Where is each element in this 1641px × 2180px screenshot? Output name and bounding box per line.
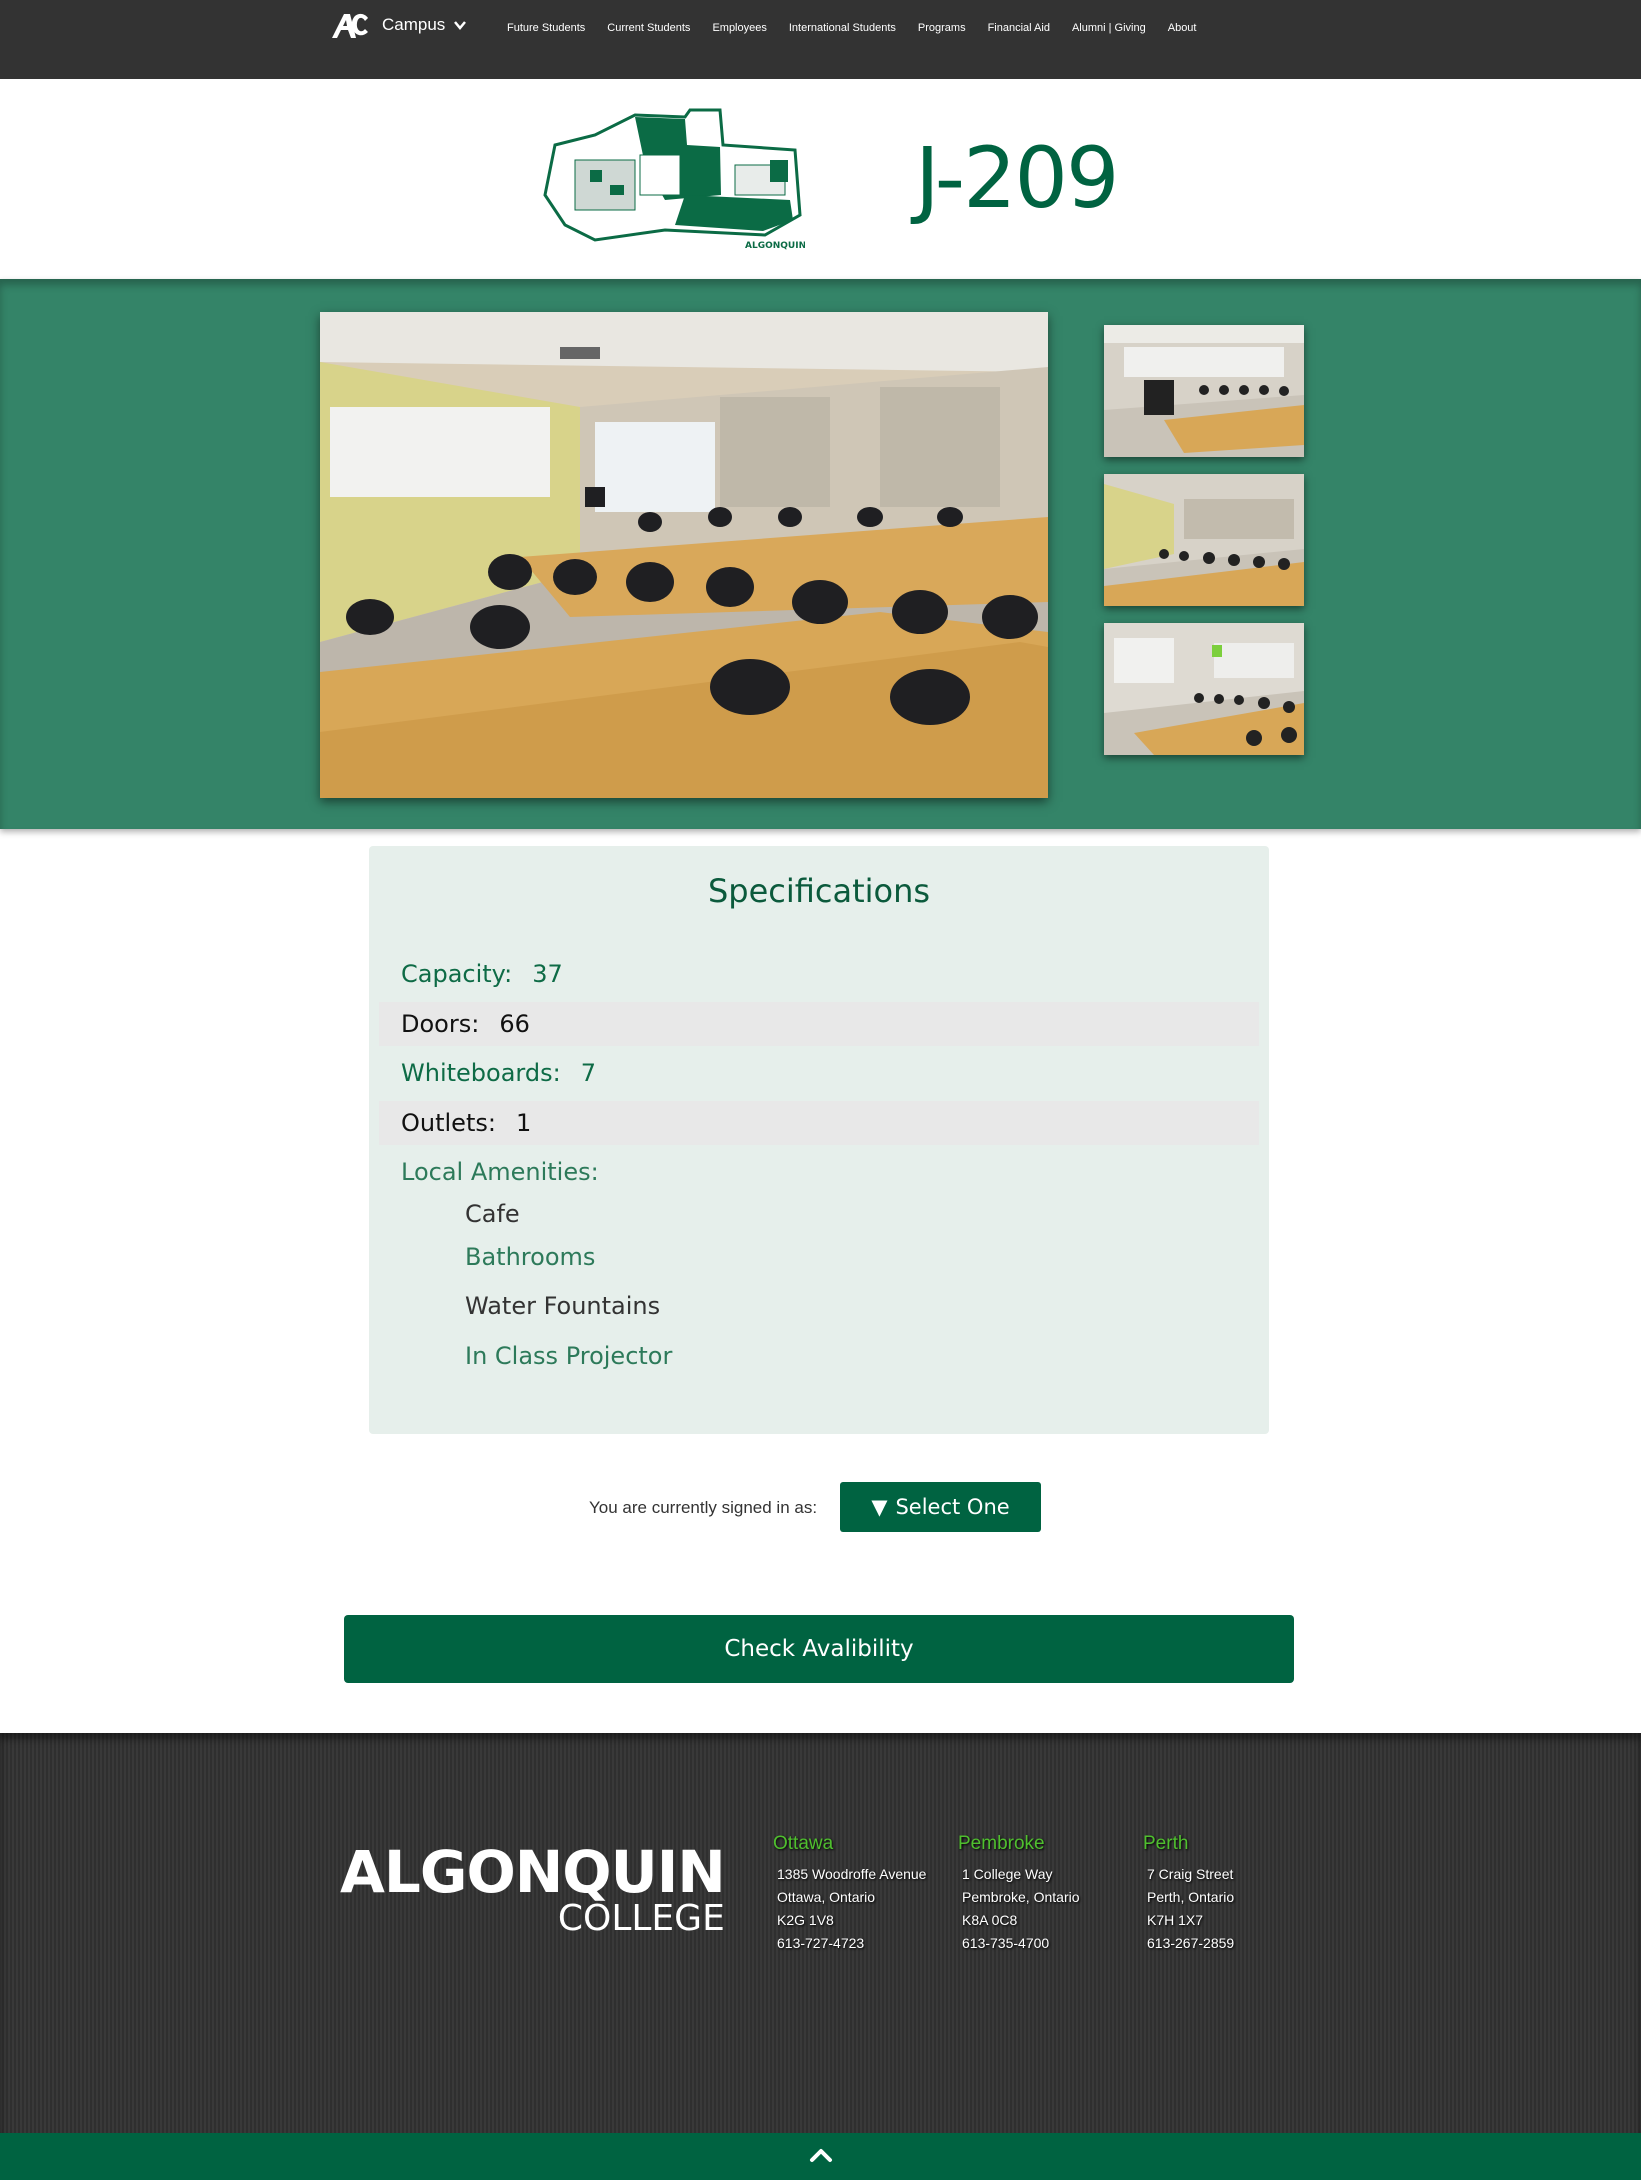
spec-row-doors: Doors: 66	[379, 1002, 1259, 1046]
location-city: Ottawa	[773, 1833, 834, 1854]
location-phone[interactable]: 613-735-4700	[958, 1932, 1080, 1955]
footer-logo-line2: COLLEGE	[557, 1898, 725, 1939]
spec-row-outlets: Outlets: 1	[379, 1101, 1259, 1145]
ac-logo-icon[interactable]	[330, 10, 370, 40]
location-city: Pembroke	[958, 1833, 1045, 1854]
location-phone[interactable]: 613-727-4723	[773, 1932, 926, 1955]
map-logo-text: ALGONQUIN	[745, 241, 805, 251]
footer-logo-line1: ALGONQUIN	[340, 1838, 726, 1906]
room-header: ALGONQUIN J-209	[0, 79, 1641, 279]
spec-value: 66	[499, 1010, 530, 1038]
location-city: Perth	[1143, 1833, 1189, 1854]
amenity-item: Cafe	[465, 1200, 520, 1228]
campus-label: Campus	[382, 15, 446, 34]
nav-about[interactable]: About	[1168, 22, 1197, 34]
thumbnail-photo[interactable]	[1104, 623, 1304, 755]
spec-value: 37	[532, 960, 563, 988]
location-line: K7H 1X7	[1147, 1912, 1204, 1928]
location-line: K2G 1V8	[777, 1912, 834, 1928]
nav-links: Future Students Current Students Employe…	[507, 22, 1196, 34]
nav-programs[interactable]: Programs	[918, 22, 966, 34]
spec-value: 1	[515, 1109, 532, 1137]
thumbnail-photo[interactable]	[1104, 474, 1304, 606]
check-availability-button[interactable]: Check Avalibility	[344, 1615, 1294, 1683]
select-label: Select One	[895, 1495, 1010, 1519]
nav-employees[interactable]: Employees	[712, 22, 766, 34]
location-perth: Perth 7 Craig Street Perth, Ontario K7H …	[1143, 1833, 1234, 1955]
signed-in-label: You are currently signed in as:	[589, 1498, 818, 1517]
specifications-panel: Specifications Capacity: 37 Doors: 66 Wh…	[369, 846, 1269, 1434]
chevron-up-icon[interactable]	[808, 2143, 834, 2169]
location-phone[interactable]: 613-267-2859	[1143, 1932, 1234, 1955]
dropdown-arrow-icon: ▼	[871, 1495, 888, 1519]
spec-label: Outlets:	[401, 1109, 496, 1137]
amenity-item: In Class Projector	[465, 1342, 673, 1370]
amenity-item: Water Fountains	[465, 1292, 661, 1320]
local-amenities-label: Local Amenities:	[401, 1158, 599, 1186]
thumbnail-photo[interactable]	[1104, 325, 1304, 457]
spec-row-whiteboards: Whiteboards: 7	[379, 1051, 1259, 1095]
amenity-item: Bathrooms	[465, 1243, 596, 1271]
location-line: K8A 0C8	[962, 1912, 1018, 1928]
top-navigation: Campus Future Students Current Students …	[0, 0, 1641, 79]
location-line: Perth, Ontario	[1147, 1889, 1235, 1905]
spec-label: Doors:	[401, 1010, 480, 1038]
campus-map-image[interactable]: ALGONQUIN	[535, 105, 805, 255]
location-ottawa: Ottawa 1385 Woodroffe Avenue Ottawa, Ont…	[773, 1833, 926, 1955]
main-room-photo[interactable]	[320, 312, 1048, 798]
back-to-top-bar	[0, 2133, 1641, 2180]
location-line: 1385 Woodroffe Avenue	[777, 1866, 927, 1882]
footer: ALGONQUIN COLLEGE Ottawa 1385 Woodroffe …	[0, 1733, 1641, 2133]
spec-row-capacity: Capacity: 37	[379, 952, 1259, 996]
nav-current-students[interactable]: Current Students	[607, 22, 690, 34]
nav-alumni-giving[interactable]: Alumni | Giving	[1072, 22, 1146, 34]
location-line: 1 College Way	[962, 1866, 1053, 1882]
location-line: 7 Craig Street	[1147, 1866, 1234, 1882]
spec-label: Whiteboards:	[401, 1059, 561, 1087]
user-select-dropdown[interactable]: ▼ Select One	[840, 1482, 1041, 1532]
specifications-title: Specifications	[707, 872, 931, 910]
nav-future-students[interactable]: Future Students	[507, 22, 585, 34]
room-title: J-209	[915, 129, 1119, 227]
location-line: Ottawa, Ontario	[777, 1889, 876, 1905]
photo-gallery	[0, 279, 1641, 829]
chevron-down-icon	[454, 21, 467, 30]
location-line: Pembroke, Ontario	[962, 1889, 1080, 1905]
campus-dropdown[interactable]: Campus	[382, 15, 467, 35]
footer-logo[interactable]: ALGONQUIN COLLEGE	[340, 1838, 726, 1939]
spec-label: Capacity:	[401, 960, 513, 988]
spec-value: 7	[580, 1059, 596, 1087]
nav-financial-aid[interactable]: Financial Aid	[988, 22, 1050, 34]
nav-international-students[interactable]: International Students	[789, 22, 896, 34]
location-pembroke: Pembroke 1 College Way Pembroke, Ontario…	[958, 1833, 1080, 1955]
